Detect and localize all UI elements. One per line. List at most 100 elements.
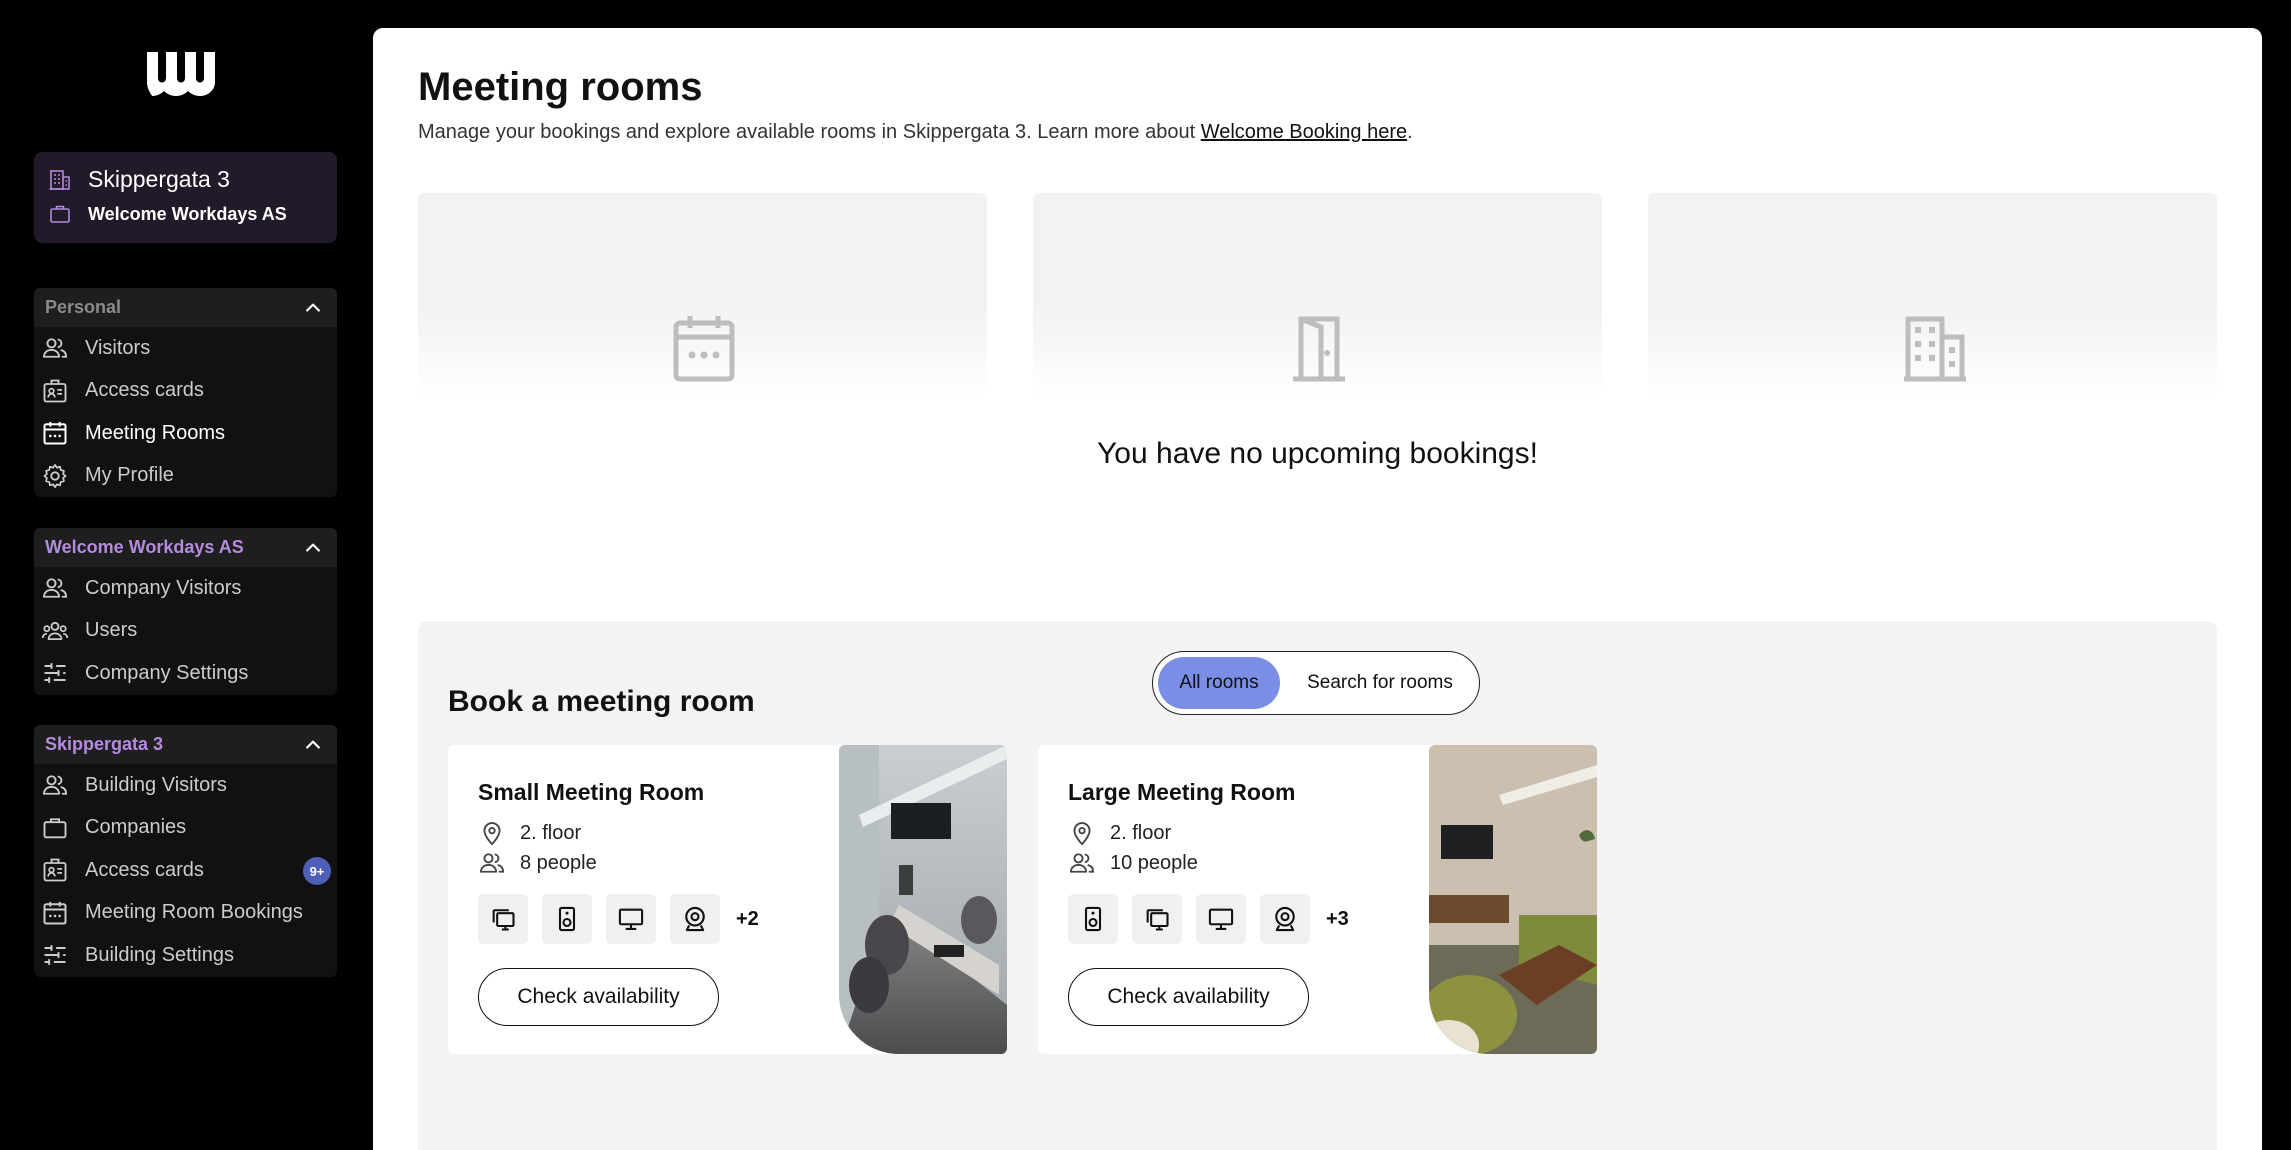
page-subtitle: Manage your bookings and explore availab… <box>418 121 1413 144</box>
people-icon <box>1068 849 1096 877</box>
context-company-label: Welcome Workdays AS <box>88 203 287 224</box>
room-view-toggle: All rooms Search for rooms <box>1152 651 1480 715</box>
amenity-chip <box>670 894 720 944</box>
context-building-label: Skippergata 3 <box>88 166 230 192</box>
tab-search-rooms[interactable]: Search for rooms <box>1287 657 1473 709</box>
welcome-logo[interactable] <box>145 50 225 98</box>
sidebar-item-company-visitors[interactable]: Company Visitors <box>34 567 337 610</box>
sidebar-item-label: Meeting Rooms <box>85 421 226 444</box>
sidebar-item-building-access-cards[interactable]: Access cards 9+ <box>34 849 337 892</box>
id-card-icon <box>41 377 69 405</box>
building-icon <box>1904 316 1966 382</box>
people-icon <box>41 771 69 799</box>
monitor-icon <box>1207 905 1235 933</box>
speaker-icon <box>1079 905 1107 933</box>
sidebar-item-label: My Profile <box>85 464 174 487</box>
book-room-section: Book a meeting room All rooms Search for… <box>418 621 2217 1150</box>
screen-share-icon <box>1143 905 1171 933</box>
check-availability-button[interactable]: Check availability <box>478 968 719 1026</box>
sidebar-item-label: Company Settings <box>85 661 249 684</box>
monitor-icon <box>617 905 645 933</box>
amenity-chip <box>478 894 528 944</box>
sidebar-item-building-visitors[interactable]: Building Visitors <box>34 764 337 807</box>
door-icon <box>1293 316 1345 382</box>
sidebar: Skippergata 3 Welcome Workdays AS Person… <box>0 0 373 1150</box>
nav-header-label: Personal <box>45 297 122 317</box>
nav-header-label: Skippergata 3 <box>45 734 164 754</box>
location-pin-icon <box>1068 819 1096 847</box>
room-photo-image <box>839 745 1007 1054</box>
placeholder-card <box>1648 193 2217 398</box>
amenity-chip <box>1068 894 1118 944</box>
speaker-icon <box>553 905 581 933</box>
amenities-list: +2 <box>478 894 759 944</box>
check-availability-button[interactable]: Check availability <box>1068 968 1309 1026</box>
room-photo <box>839 745 1007 1054</box>
room-capacity-label: 8 people <box>520 851 597 874</box>
room-floor-label: 2. floor <box>1110 821 1172 844</box>
amenity-chip <box>1196 894 1246 944</box>
nav-group-company: Welcome Workdays AS Company Visitors Use… <box>34 528 337 695</box>
sidebar-item-label: Building Settings <box>85 943 234 966</box>
subtitle-text: Manage your bookings and explore availab… <box>418 121 1201 143</box>
nav-group-personal: Personal Visitors Access cards Meeting R… <box>34 288 337 497</box>
room-photo <box>1429 745 1597 1054</box>
sidebar-item-label: Visitors <box>85 336 151 359</box>
sidebar-item-meeting-rooms[interactable]: Meeting Rooms <box>34 412 337 455</box>
sidebar-item-label: Access cards <box>85 379 204 402</box>
people-icon <box>41 334 69 362</box>
people-icon <box>478 849 506 877</box>
more-amenities-count: +3 <box>1326 907 1349 930</box>
more-amenities-count: +2 <box>736 907 759 930</box>
briefcase-icon <box>41 814 69 842</box>
nav-header-company[interactable]: Welcome Workdays AS <box>34 528 337 567</box>
sidebar-item-my-profile[interactable]: My Profile <box>34 455 337 498</box>
amenity-chip <box>1132 894 1182 944</box>
room-floor: 2. floor <box>1068 819 1171 847</box>
sidebar-item-building-settings[interactable]: Building Settings <box>34 934 337 977</box>
sliders-icon <box>41 941 69 969</box>
screen-share-icon <box>489 905 517 933</box>
subtitle-suffix: . <box>1407 121 1413 143</box>
nav-header-building[interactable]: Skippergata 3 <box>34 725 337 764</box>
sidebar-item-label: Companies <box>85 816 187 839</box>
calendar-icon <box>41 899 69 927</box>
webcam-icon <box>681 905 709 933</box>
room-card[interactable]: Large Meeting Room 2. floor 10 people +3… <box>1038 745 1597 1054</box>
welcome-booking-link[interactable]: Welcome Booking here <box>1201 121 1407 143</box>
chevron-up-icon[interactable] <box>303 538 323 558</box>
room-floor-label: 2. floor <box>520 821 582 844</box>
room-card[interactable]: Small Meeting Room 2. floor 8 people +2 … <box>448 745 1007 1054</box>
amenity-chip <box>606 894 656 944</box>
amenity-chip <box>542 894 592 944</box>
room-capacity: 8 people <box>478 849 597 877</box>
room-floor: 2. floor <box>478 819 581 847</box>
location-pin-icon <box>478 819 506 847</box>
sidebar-item-companies[interactable]: Companies <box>34 807 337 850</box>
sidebar-item-users[interactable]: Users <box>34 610 337 653</box>
chevron-up-icon[interactable] <box>303 735 323 755</box>
calendar-icon <box>41 419 69 447</box>
page-title: Meeting rooms <box>418 65 703 109</box>
sidebar-item-meeting-room-bookings[interactable]: Meeting Room Bookings <box>34 892 337 935</box>
placeholder-card <box>418 193 987 398</box>
nav-header-personal[interactable]: Personal <box>34 288 337 327</box>
sidebar-item-company-settings[interactable]: Company Settings <box>34 652 337 695</box>
sidebar-item-label: Building Visitors <box>85 773 227 796</box>
sidebar-item-access-cards[interactable]: Access cards <box>34 370 337 413</box>
nav-header-label: Welcome Workdays AS <box>45 537 244 557</box>
gear-icon <box>41 462 69 490</box>
calendar-icon <box>673 316 735 382</box>
tab-all-rooms[interactable]: All rooms <box>1158 657 1280 709</box>
room-capacity-label: 10 people <box>1110 851 1198 874</box>
chevron-up-icon[interactable] <box>303 298 323 318</box>
briefcase-icon <box>48 202 72 226</box>
room-photo-image <box>1429 745 1597 1054</box>
section-title: Book a meeting room <box>448 685 755 718</box>
building-icon <box>48 168 72 192</box>
nav-group-building: Skippergata 3 Building Visitors Companie… <box>34 725 337 977</box>
placeholder-card <box>1033 193 1602 398</box>
sidebar-item-label: Users <box>85 619 138 642</box>
context-switcher[interactable]: Skippergata 3 Welcome Workdays AS <box>34 152 337 243</box>
sidebar-item-visitors[interactable]: Visitors <box>34 327 337 370</box>
